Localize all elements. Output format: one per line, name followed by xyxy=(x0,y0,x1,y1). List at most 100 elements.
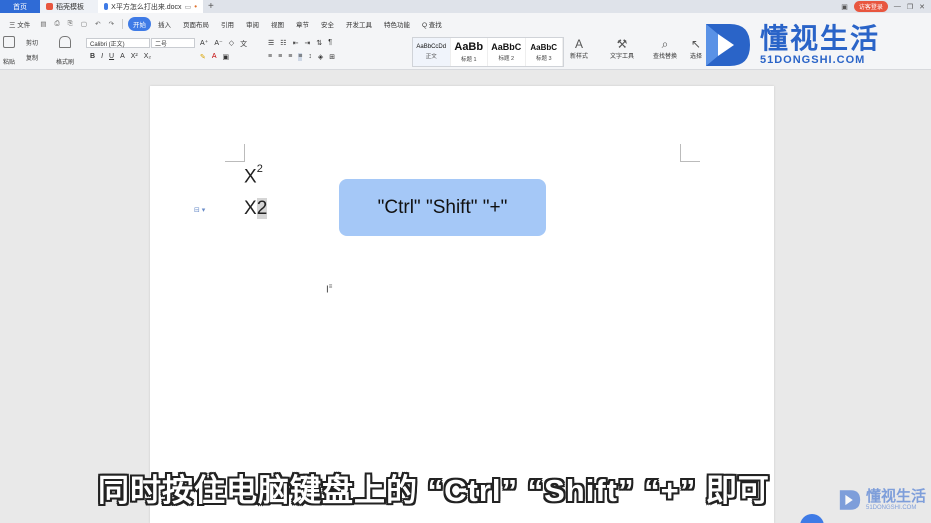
paragraph-handle-icon[interactable]: ⊟ ▾ xyxy=(194,206,205,214)
new-style-button[interactable]: A 新样式 xyxy=(570,37,588,60)
show-marks-icon[interactable]: ¶ xyxy=(328,39,332,47)
menu-home[interactable]: 开始 xyxy=(127,16,151,31)
video-subtitle: 同时按住电脑键盘上的 “Ctrl” “Shift” “+” 即可 xyxy=(98,473,770,508)
corner-watermark-domain: 51DONGSHI.COM xyxy=(866,505,917,511)
copy-button[interactable]: 复制 xyxy=(26,53,38,62)
preview-icon[interactable]: ▢ xyxy=(78,20,90,28)
unsaved-dot-icon: • xyxy=(194,2,197,11)
floating-assistant-button[interactable] xyxy=(800,514,824,523)
document-page[interactable]: X2 ⊟ ▾ X2 "Ctrl" "Shift" "+" I≡ xyxy=(150,86,774,523)
menu-chapter[interactable]: 章节 xyxy=(291,17,314,31)
format-painter-button[interactable]: 格式刷 xyxy=(56,36,74,66)
border-icon[interactable]: ⊞ xyxy=(329,53,335,61)
font-name-select[interactable]: Calibri (正文) xyxy=(86,38,150,48)
tab-screen-icon[interactable]: ▭ xyxy=(185,3,192,11)
login-button[interactable]: 访客登录 xyxy=(853,1,888,12)
brush-icon xyxy=(59,36,71,48)
line2-base: X xyxy=(244,198,257,219)
char-border-icon[interactable]: ▣ xyxy=(223,53,230,61)
font-color-icon[interactable]: A xyxy=(212,53,217,61)
numbering-icon[interactable]: ☷ xyxy=(280,39,286,47)
style-heading-2[interactable]: AaBbC 标题 2 xyxy=(488,38,526,66)
corner-watermark-chinese: 懂视生活 xyxy=(866,488,927,505)
line-spacing-icon[interactable]: ↕ xyxy=(308,53,312,61)
text-tools-button[interactable]: ⚒ 文字工具 xyxy=(610,37,634,60)
margin-corner-top-right xyxy=(680,144,700,162)
restore-icon[interactable]: ❐ xyxy=(907,3,913,11)
menu-security[interactable]: 安全 xyxy=(316,17,339,31)
font-size-select[interactable]: 二号 xyxy=(151,38,195,48)
menu-insert[interactable]: 插入 xyxy=(153,17,176,31)
grow-font-icon[interactable]: A⁺ xyxy=(200,39,208,49)
account-icon[interactable]: ▣ xyxy=(841,3,848,11)
find-replace-button[interactable]: ⌕ 查找替换 xyxy=(653,37,677,60)
style-heading-3[interactable]: AaBbC 标题 3 xyxy=(526,38,563,66)
menu-features[interactable]: 特色功能 xyxy=(379,17,415,31)
export-icon[interactable]: ⎙ xyxy=(51,20,62,28)
superscript-line[interactable]: X2 xyxy=(244,163,263,188)
file-menu[interactable]: 三 文件 xyxy=(4,17,35,31)
watermark-chinese-text: 懂视生活 xyxy=(760,23,881,54)
style-h2-name: 标题 2 xyxy=(498,56,515,62)
underline-button[interactable]: U xyxy=(109,53,114,60)
menu-page-layout[interactable]: 页面布局 xyxy=(178,17,214,31)
shading-icon[interactable]: ◈ xyxy=(318,53,323,61)
text-tools-label: 文字工具 xyxy=(610,54,635,60)
menu-review[interactable]: 审阅 xyxy=(241,17,264,31)
outdent-icon[interactable]: ⇤ xyxy=(293,39,299,47)
tab-bar: 首页 稻壳模板 X平方怎么打出来.docx ▭ • + ▣ 访客登录 — ❐ ✕ xyxy=(0,0,931,13)
pinyin-icon[interactable]: 文 xyxy=(240,39,247,49)
superscript-button[interactable]: X² xyxy=(131,53,138,60)
clear-format-icon[interactable]: ◇ xyxy=(229,39,234,49)
style-h2-sample: AaBbC xyxy=(491,42,522,52)
menu-search[interactable]: Q 查找 xyxy=(417,17,447,31)
close-icon[interactable]: ✕ xyxy=(919,3,925,11)
italic-button[interactable]: I xyxy=(101,53,103,60)
margin-corner-top-left xyxy=(225,144,245,162)
new-tab-button[interactable]: + xyxy=(203,0,219,13)
paste-label: 粘贴 xyxy=(3,60,16,66)
tab-home[interactable]: 首页 xyxy=(0,0,40,13)
indent-icon[interactable]: ⇥ xyxy=(304,39,310,47)
menu-references[interactable]: 引用 xyxy=(216,17,239,31)
site-watermark: 懂视生活 51DONGSHI.COM xyxy=(702,18,898,72)
corner-watermark-logo-icon xyxy=(839,490,861,510)
highlight-icon[interactable]: ✎ xyxy=(200,53,206,61)
docer-icon xyxy=(46,3,53,10)
minimize-icon[interactable]: — xyxy=(894,3,901,10)
style-h3-sample: AaBbC xyxy=(530,42,558,52)
wrench-icon: ⚒ xyxy=(616,37,628,51)
menu-developer[interactable]: 开发工具 xyxy=(341,17,377,31)
align-center-icon[interactable]: ≡ xyxy=(278,53,282,61)
menu-view[interactable]: 视图 xyxy=(266,17,289,31)
align-right-icon[interactable]: ≡ xyxy=(288,53,292,61)
justify-icon[interactable]: ≡ xyxy=(298,53,303,61)
font-size-value: 二号 xyxy=(155,41,168,48)
paragraph-list-buttons: ☰ ☷ ⇤ ⇥ ⇅ ¶ xyxy=(268,39,332,47)
save-icon[interactable]: ▤ xyxy=(37,20,49,28)
select-button[interactable]: ↖ 选择 xyxy=(690,37,702,60)
cursor-arrow-icon: ↖ xyxy=(690,37,702,51)
strikethrough-button[interactable]: A xyxy=(120,53,125,60)
tab-docer-templates[interactable]: 稻壳模板 xyxy=(40,0,98,13)
style-normal[interactable]: AaBbCcDd 正文 xyxy=(413,38,451,66)
shrink-font-icon[interactable]: A⁻ xyxy=(214,39,222,49)
redo-icon[interactable]: ↷ xyxy=(105,20,116,28)
style-normal-name: 正文 xyxy=(425,54,437,60)
style-heading-1[interactable]: AaBb 标题 1 xyxy=(451,38,488,66)
bullets-icon[interactable]: ☰ xyxy=(268,39,274,47)
shortcut-callout-text: "Ctrl" "Shift" "+" xyxy=(377,196,508,218)
select-label: 选择 xyxy=(690,54,703,60)
print-icon[interactable]: ⎘ xyxy=(65,20,76,28)
find-replace-label: 查找替换 xyxy=(653,54,678,60)
cut-button[interactable]: 剪切 xyxy=(26,38,38,47)
selected-text-line[interactable]: X2 xyxy=(244,198,268,220)
sort-icon[interactable]: ⇅ xyxy=(316,39,322,47)
color-buttons: ✎ A ▣ xyxy=(200,53,229,61)
tab-document[interactable]: X平方怎么打出来.docx ▭ • xyxy=(98,0,203,13)
bold-button[interactable]: B xyxy=(90,53,95,60)
undo-icon[interactable]: ↶ xyxy=(92,20,103,28)
paste-button[interactable]: 粘贴 xyxy=(3,36,15,66)
align-left-icon[interactable]: ≡ xyxy=(268,53,272,61)
subscript-button[interactable]: X₂ xyxy=(144,53,151,60)
